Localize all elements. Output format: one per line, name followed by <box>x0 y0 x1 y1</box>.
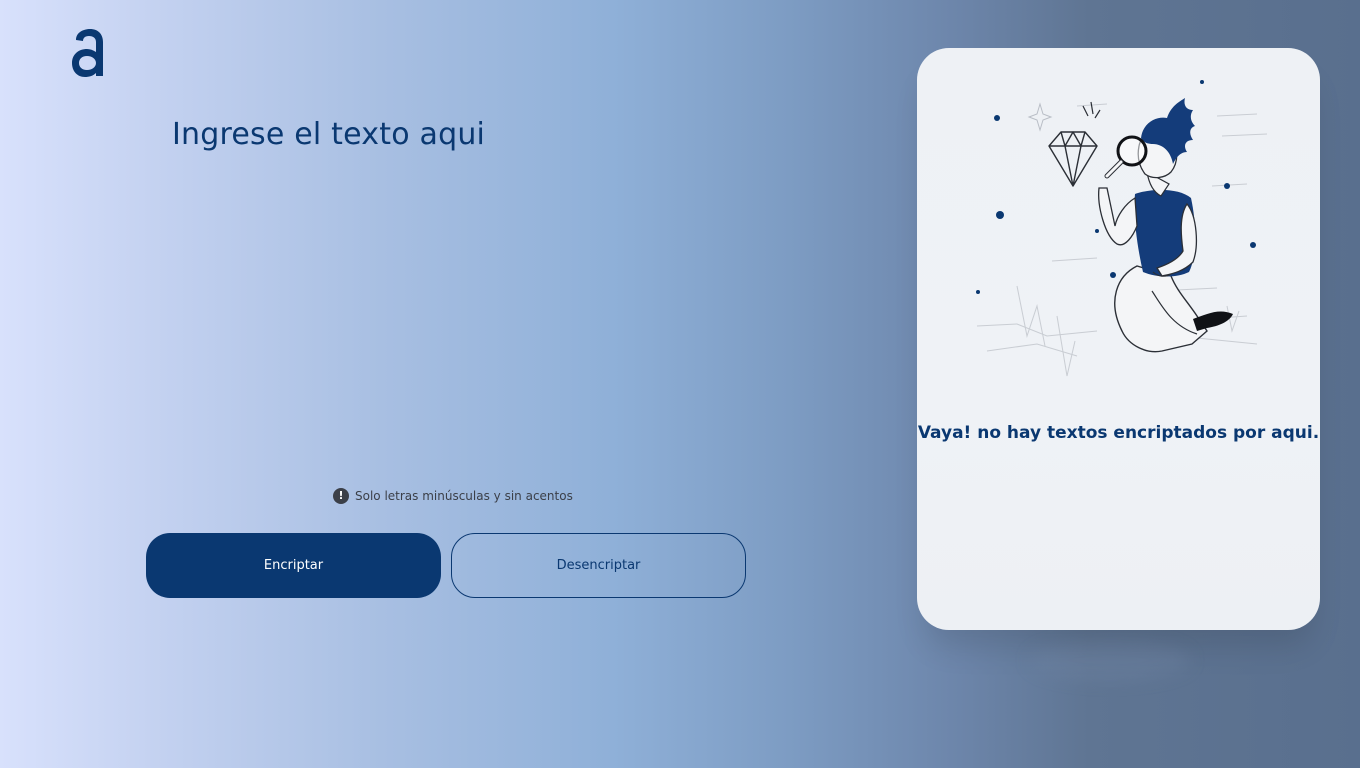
page-title: Ingrese el texto aqui <box>172 117 486 152</box>
exclamation-circle-icon: ! <box>333 488 349 504</box>
person-with-magnifying-glass-illustration <box>976 80 1268 377</box>
empty-state-message: Vaya! no hay textos encriptados por aqui… <box>917 423 1320 443</box>
decrypt-button[interactable]: Desencriptar <box>451 533 746 598</box>
input-hint: ! Solo letras minúsculas y sin acentos <box>333 488 573 504</box>
encrypt-button[interactable]: Encriptar <box>146 533 441 598</box>
output-card: Vaya! no hay textos encriptados por aqui… <box>917 48 1320 630</box>
alura-logo-icon <box>72 29 103 77</box>
hint-text: Solo letras minúsculas y sin acentos <box>355 489 573 503</box>
card-shadow <box>1030 640 1190 680</box>
text-input[interactable] <box>172 170 732 460</box>
